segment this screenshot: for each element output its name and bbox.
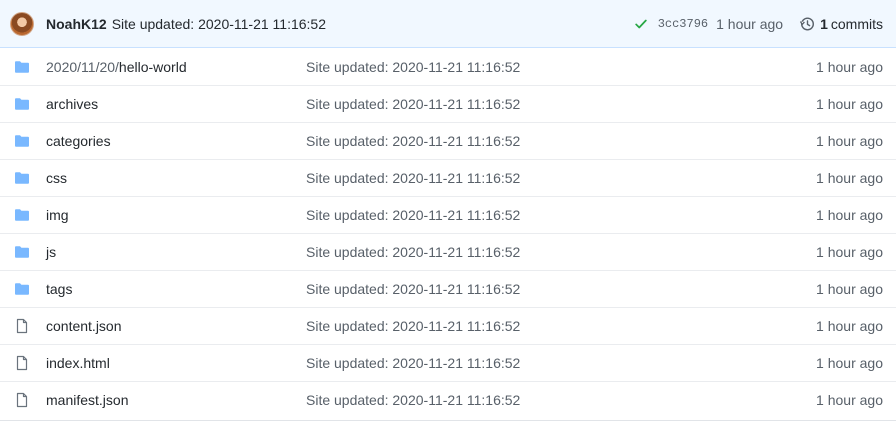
file-commit-age: 1 hour ago [816, 170, 883, 186]
file-name: categories [46, 133, 111, 149]
file-name: archives [46, 96, 99, 112]
file-name: css [46, 170, 67, 186]
file-row[interactable]: categories Site updated: 2020-11-21 11:16… [0, 122, 896, 159]
file-row[interactable]: archives Site updated: 2020-11-21 11:16:5… [0, 85, 896, 122]
file-row[interactable]: 2020/11/20/hello-world Site updated: 2020… [0, 48, 896, 85]
folder-icon [14, 281, 30, 297]
file-name: index.html [46, 355, 110, 371]
file-name: manifest.json [46, 392, 129, 408]
folder-icon [14, 96, 30, 112]
commits-history-link[interactable]: 1 commits [799, 16, 883, 32]
file-name-link[interactable]: archives [46, 96, 98, 112]
file-commit-message[interactable]: Site updated: 2020-11-21 11:16:52 [306, 318, 520, 334]
file-commit-message[interactable]: Site updated: 2020-11-21 11:16:52 [306, 392, 520, 408]
file-commit-age: 1 hour ago [816, 392, 883, 408]
folder-icon [14, 133, 30, 149]
file-name-link[interactable]: css [46, 170, 67, 186]
commits-label: commits [830, 15, 883, 32]
file-commit-age: 1 hour ago [816, 244, 883, 260]
file-name: content.json [46, 318, 122, 334]
latest-commit-bar: NoahK12 Site updated: 2020-11-21 11:16:5… [0, 0, 896, 48]
file-icon [14, 355, 30, 371]
file-name-link[interactable]: manifest.json [46, 392, 128, 408]
commit-sha[interactable]: 3cc3796 [658, 17, 708, 31]
author-avatar[interactable] [10, 11, 34, 36]
file-row[interactable]: css Site updated: 2020-11-21 11:16:52 1 ho… [0, 159, 896, 196]
file-name-link[interactable]: index.html [46, 355, 110, 371]
folder-icon [14, 59, 30, 75]
file-name-link[interactable]: 2020/11/20/hello-world [46, 59, 187, 75]
file-commit-message[interactable]: Site updated: 2020-11-21 11:16:52 [306, 170, 520, 186]
file-commit-age: 1 hour ago [816, 355, 883, 371]
file-browser: NoahK12 Site updated: 2020-11-21 11:16:5… [0, 0, 896, 421]
file-row[interactable]: content.json Site updated: 2020-11-21 11:… [0, 307, 896, 344]
file-row[interactable]: js Site updated: 2020-11-21 11:16:52 1 hou… [0, 233, 896, 270]
commits-count: 1 [820, 15, 828, 32]
file-name-link[interactable]: categories [46, 133, 111, 149]
file-commit-age: 1 hour ago [816, 281, 883, 297]
file-row[interactable]: index.html Site updated: 2020-11-21 11:16… [0, 344, 896, 381]
commit-meta: 3cc3796 1 hour ago 1 commits [634, 16, 883, 32]
file-commit-age: 1 hour ago [816, 133, 883, 149]
folder-icon [14, 170, 30, 186]
check-icon[interactable] [634, 17, 648, 31]
file-icon [14, 318, 30, 334]
file-name: tags [46, 281, 73, 297]
folder-icon [14, 207, 30, 223]
file-name-link[interactable]: js [46, 244, 56, 260]
history-icon [800, 16, 815, 31]
file-row[interactable]: img Site updated: 2020-11-21 11:16:52 1 ho… [0, 196, 896, 233]
file-name-link[interactable]: img [46, 207, 69, 223]
file-name: img [46, 207, 69, 223]
file-row[interactable]: manifest.json Site updated: 2020-11-21 11… [0, 381, 896, 418]
file-commit-message[interactable]: Site updated: 2020-11-21 11:16:52 [306, 207, 520, 223]
file-name-link[interactable]: content.json [46, 318, 122, 334]
file-name: js [46, 244, 57, 260]
commit-message[interactable]: Site updated: 2020-11-21 11:16:52 [112, 16, 326, 32]
file-commit-age: 1 hour ago [816, 318, 883, 334]
file-row[interactable]: tags Site updated: 2020-11-21 11:16:52 1 h… [0, 270, 896, 307]
file-commit-message[interactable]: Site updated: 2020-11-21 11:16:52 [306, 244, 520, 260]
file-name-link[interactable]: tags [46, 281, 72, 297]
file-name: hello-world [118, 58, 187, 75]
file-commit-message[interactable]: Site updated: 2020-11-21 11:16:52 [306, 59, 520, 75]
file-commit-age: 1 hour ago [816, 58, 883, 75]
file-commit-message[interactable]: Site updated: 2020-11-21 11:16:52 [306, 96, 520, 112]
file-commit-age: 1 hour ago [816, 96, 883, 112]
file-list: 2020/11/20/hello-world Site updated: 2020… [0, 48, 896, 418]
file-path-prefix: 2020/11/20/ [46, 58, 119, 75]
commit-author[interactable]: NoahK12 [46, 16, 107, 32]
file-commit-message[interactable]: Site updated: 2020-11-21 11:16:52 [306, 133, 520, 149]
file-icon [14, 392, 30, 408]
file-commit-age: 1 hour ago [816, 207, 883, 223]
file-commit-message[interactable]: Site updated: 2020-11-21 11:16:52 [306, 281, 520, 297]
folder-icon [14, 244, 30, 260]
commit-age: 1 hour ago [716, 15, 784, 32]
file-commit-message[interactable]: Site updated: 2020-11-21 11:16:52 [306, 355, 520, 371]
